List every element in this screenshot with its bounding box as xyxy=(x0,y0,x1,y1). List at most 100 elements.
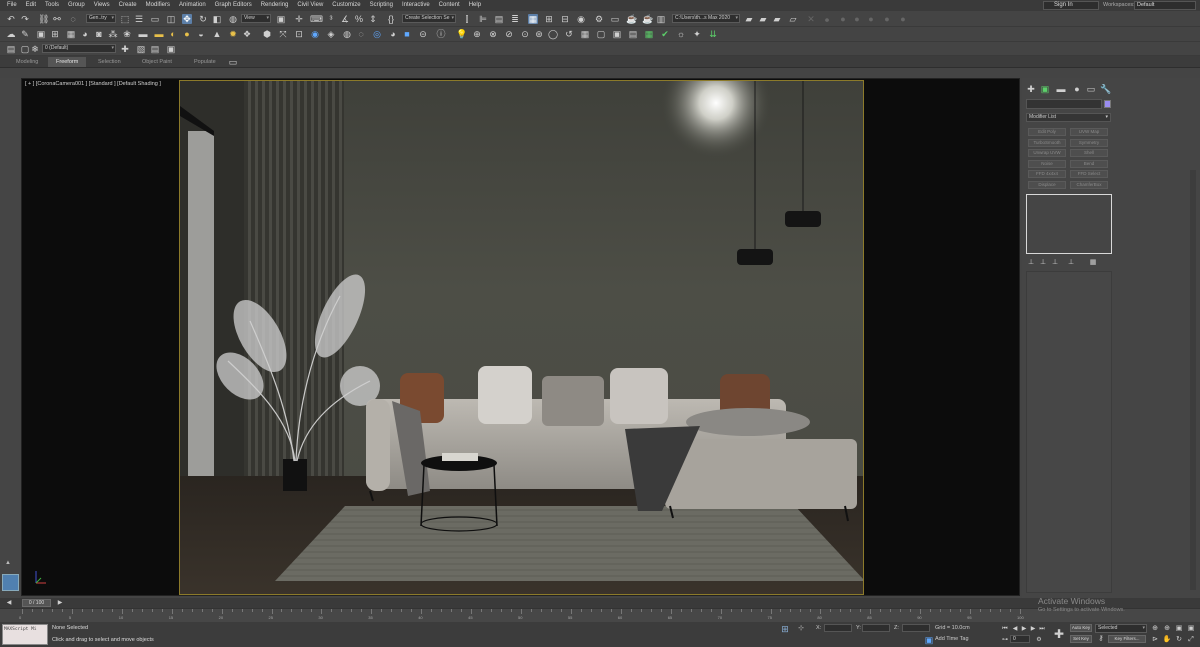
track-bar[interactable]: 0 5 10 15 20 25 30 35 40 45 50 55 60 65 70 75 80 85 90 95 10… xyxy=(0,608,1200,622)
modifier-set-button[interactable]: FFD Select xyxy=(1070,170,1108,178)
motion-panel-icon[interactable]: ● xyxy=(1072,84,1082,94)
schematic-view-icon[interactable]: ⊟ xyxy=(560,14,570,24)
expand-icon[interactable]: ⇊ xyxy=(708,29,718,39)
object-color-swatch[interactable] xyxy=(1104,100,1111,108)
modifier-set-button[interactable]: Noise xyxy=(1028,159,1066,168)
add-to-layer-icon[interactable]: ✚ xyxy=(120,44,130,54)
orbit-icon[interactable]: ↻ xyxy=(1174,635,1184,645)
paint-icon[interactable]: ✦ xyxy=(692,29,702,39)
ribbon-tab-object-paint[interactable]: Object Paint xyxy=(134,57,180,67)
modifier-stack[interactable] xyxy=(1026,194,1112,254)
viewport-layout-tab[interactable] xyxy=(2,574,19,591)
next-frame-icon[interactable]: ▶ xyxy=(55,598,65,608)
render-cloud-icon[interactable]: ▥ xyxy=(656,14,666,24)
cloud-icon[interactable]: ☁ xyxy=(6,29,16,39)
key-icon[interactable]: ⚷ xyxy=(1096,634,1106,644)
corona-render-icon[interactable]: ◉ xyxy=(310,29,320,39)
visibility-icon[interactable]: ▢ xyxy=(20,44,30,54)
check-icon[interactable]: ✔ xyxy=(660,29,670,39)
set-key-big-icon[interactable]: ✚ xyxy=(1052,627,1066,641)
configure-sets-icon[interactable]: ▦ xyxy=(1088,258,1098,268)
menu-content[interactable]: Content xyxy=(436,0,466,11)
percent-snap-icon[interactable]: % xyxy=(354,14,364,24)
render-iterative-icon[interactable]: ☕ xyxy=(642,14,653,24)
modifier-set-button[interactable]: Edit Poly xyxy=(1028,128,1066,136)
arrow-up-icon[interactable]: ▲ xyxy=(5,560,11,566)
zoom-extents-icon[interactable]: ▣ xyxy=(1174,624,1184,634)
pivot-center-icon[interactable]: ▣ xyxy=(276,14,286,24)
z-coord-field[interactable] xyxy=(902,624,930,632)
menu-file[interactable]: File xyxy=(4,0,23,11)
menu-group[interactable]: Group xyxy=(65,0,91,11)
select-place-icon[interactable]: ◍ xyxy=(228,14,238,24)
menu-rendering[interactable]: Rendering xyxy=(258,0,295,11)
time-slider-thumb[interactable]: 0 / 100 xyxy=(22,599,51,607)
denoise-icon[interactable]: ◌ xyxy=(356,29,366,39)
time-config-icon[interactable]: ⚙ xyxy=(1034,635,1044,645)
sign-in-dropdown[interactable]: Sign In xyxy=(1043,1,1099,10)
select-layer-icon[interactable]: ▤ xyxy=(150,44,160,54)
tools-icon[interactable]: ⊕ xyxy=(472,29,482,39)
unlink-icon[interactable]: ⚯ xyxy=(52,14,62,24)
manipulate-icon[interactable]: ✛ xyxy=(294,14,304,24)
lister-icon[interactable]: ⊡ xyxy=(294,29,304,39)
menu-graph-editors[interactable]: Graph Editors xyxy=(212,0,258,11)
layer-explorer-icon[interactable]: ≣ xyxy=(510,14,520,24)
ribbon-tab-selection[interactable]: Selection xyxy=(90,57,129,67)
selection-filter-dropdown[interactable]: Gen..try xyxy=(86,14,116,23)
box-icon[interactable]: ▣ xyxy=(36,29,46,39)
wire-icon[interactable]: ⊛ xyxy=(534,29,544,39)
dot-icon-3[interactable]: ● xyxy=(866,14,876,24)
pencil-icon[interactable]: ✎ xyxy=(20,29,30,39)
workspace-select[interactable]: Default xyxy=(1134,1,1196,10)
select-move-icon[interactable]: ✥ xyxy=(182,14,192,24)
project-folder-dropdown[interactable]: C:\Users\th...s Max 2020 xyxy=(672,14,740,23)
link-icon[interactable]: ⛓ xyxy=(38,14,49,24)
modifier-set-button[interactable]: Bend xyxy=(1070,159,1108,168)
menu-customize[interactable]: Customize xyxy=(329,0,366,11)
edit-named-sel-icon[interactable]: {} xyxy=(386,14,396,24)
teapot-icon[interactable]: ◕ xyxy=(80,29,90,39)
bind-spacewarp-icon[interactable]: ◌ xyxy=(68,14,78,24)
layer-dropdown[interactable]: 0 (Default) xyxy=(42,44,116,53)
frame-icon[interactable]: ▣ xyxy=(612,29,622,39)
hierarchy-panel-icon[interactable]: ▬ xyxy=(1056,84,1066,94)
make-unique-icon[interactable]: ⊥ xyxy=(1050,258,1060,268)
menu-civil-view[interactable]: Civil View xyxy=(294,0,329,11)
modifier-set-button[interactable]: TurboSmooth xyxy=(1028,138,1066,147)
angle-snap-icon[interactable]: ∡ xyxy=(340,14,350,24)
x-coord-field[interactable] xyxy=(824,624,852,632)
modifier-set-button[interactable]: Shell xyxy=(1070,149,1108,157)
layer-manager-icon[interactable]: ▤ xyxy=(6,44,16,54)
ribbon-tab-modeling[interactable]: Modeling xyxy=(8,57,46,67)
info-icon[interactable]: ⓘ xyxy=(436,29,446,39)
menu-animation[interactable]: Animation xyxy=(176,0,212,11)
modifier-set-button[interactable]: Symmetry xyxy=(1070,138,1108,147)
dot-icon-4[interactable]: ● xyxy=(882,14,892,24)
open-folder-icon[interactable]: ▰ xyxy=(758,14,768,24)
snaps-toggle-icon[interactable]: ³ xyxy=(326,14,336,24)
layout-icon[interactable]: ▤ xyxy=(628,29,638,39)
key-filters-button[interactable]: Key Filters... xyxy=(1108,635,1146,643)
freeze-icon[interactable]: ❄ xyxy=(30,44,40,54)
select-grid-icon[interactable]: ▦ xyxy=(644,29,654,39)
picture-icon[interactable]: ◕ xyxy=(388,29,398,39)
interactive-icon[interactable]: ◍ xyxy=(342,29,352,39)
decal-icon[interactable]: ▬ xyxy=(138,29,148,39)
refresh-icon[interactable]: ↺ xyxy=(564,29,574,39)
render-production-icon[interactable]: ☕ xyxy=(626,14,637,24)
material-icon[interactable]: ⬢ xyxy=(262,29,272,39)
maximize-icon[interactable]: ⤢ xyxy=(1186,635,1196,645)
key-filter-dropdown[interactable]: Selected xyxy=(1095,624,1147,633)
disk-light-icon[interactable]: ● xyxy=(182,29,192,39)
asset-tracking-icon[interactable]: ▱ xyxy=(788,14,798,24)
y-coord-field[interactable] xyxy=(862,624,890,632)
menu-scripting[interactable]: Scripting xyxy=(367,0,399,11)
bulb-icon[interactable]: 💡 xyxy=(456,29,467,39)
proxy-icon[interactable]: ◙ xyxy=(94,29,104,39)
rendered-frame-icon[interactable]: ▭ xyxy=(610,14,620,24)
dot-icon[interactable]: ● xyxy=(838,14,848,24)
modifier-set-button[interactable]: Displace xyxy=(1028,180,1066,189)
ribbon-options-icon[interactable]: ▭ xyxy=(228,57,238,67)
command-panel-scrollbar[interactable] xyxy=(1190,170,1196,590)
